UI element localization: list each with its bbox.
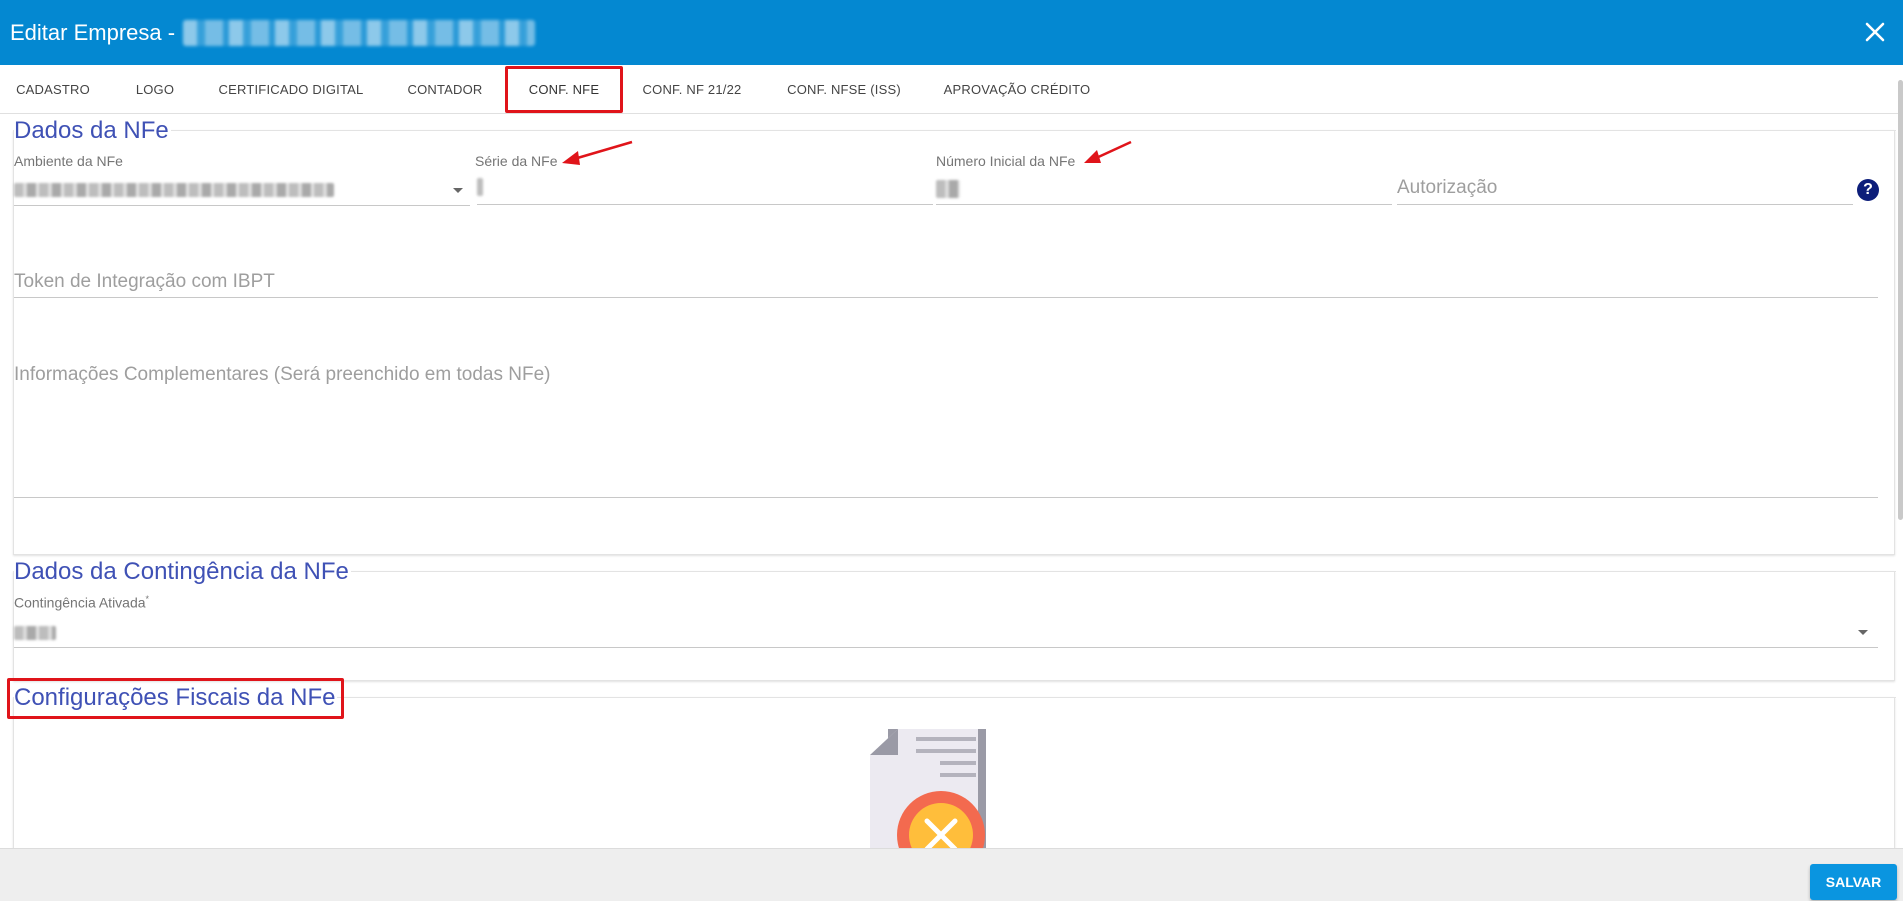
contingencia-value-blurred [14,626,56,640]
info-complementares-placeholder: Informações Complementares (Será preench… [14,364,551,385]
dialog-footer: SALVAR [0,848,1903,901]
token-ibpt-placeholder: Token de Integração com IBPT [14,271,275,292]
tab-bar: CADASTRO LOGO CERTIFICADO DIGITAL CONTAD… [0,65,1903,114]
tab-conf-nf-21-22[interactable]: CONF. NF 21/22 [632,65,752,114]
numero-inicial-input[interactable] [936,204,1392,205]
tab-certificado-digital[interactable]: CERTIFICADO DIGITAL [206,65,376,114]
tab-conf-nfe[interactable]: CONF. NFE [505,66,623,113]
dialog-title: Editar Empresa - [10,19,176,45]
tab-conf-nfse-iss[interactable]: CONF. NFSE (ISS) [776,65,912,114]
document-error-icon [870,729,986,848]
ambiente-label: Ambiente da NFe [14,153,123,169]
fiscais-section-title: Configurações Fiscais da NFe [14,684,338,712]
annotation-arrow-numero [1084,140,1132,163]
contingencia-select[interactable] [14,647,1878,648]
scrollbar[interactable] [1898,80,1903,520]
save-button[interactable]: SALVAR [1810,864,1897,900]
close-icon[interactable] [1861,18,1889,46]
numero-inicial-label: Número Inicial da NFe [936,153,1076,169]
tab-contador[interactable]: CONTADOR [395,65,495,114]
contingencia-dropdown-icon[interactable] [1858,630,1868,635]
annotation-arrow-serie [562,140,633,165]
info-complementares-textarea[interactable] [14,497,1878,498]
nfe-section-title: Dados da NFe [14,117,171,145]
serie-label: Série da NFe [475,153,558,169]
contingencia-section-title: Dados da Contingência da NFe [14,558,351,586]
ambiente-select[interactable] [14,205,470,206]
autorizacao-placeholder: Autorização [1397,177,1498,198]
serie-input[interactable] [477,204,933,205]
numero-inicial-value-blurred [936,180,960,198]
tab-cadastro[interactable]: CADASTRO [4,65,102,114]
tab-logo[interactable]: LOGO [118,65,192,114]
ambiente-dropdown-icon[interactable] [453,188,463,193]
company-name-blurred [183,19,536,46]
contingencia-card [13,571,1896,681]
tab-aprovacao-credito[interactable]: APROVAÇÃO CRÉDITO [934,65,1100,114]
contingencia-ativada-label: Contingência Ativada* [14,594,150,611]
serie-value-blurred [477,178,483,196]
ambiente-value-blurred [14,183,334,197]
help-icon[interactable]: ? [1857,179,1879,201]
dialog-header: Editar Empresa - [0,0,1903,65]
required-mark: * [145,594,150,604]
token-ibpt-input[interactable] [14,297,1878,298]
autorizacao-input[interactable] [1397,204,1853,205]
